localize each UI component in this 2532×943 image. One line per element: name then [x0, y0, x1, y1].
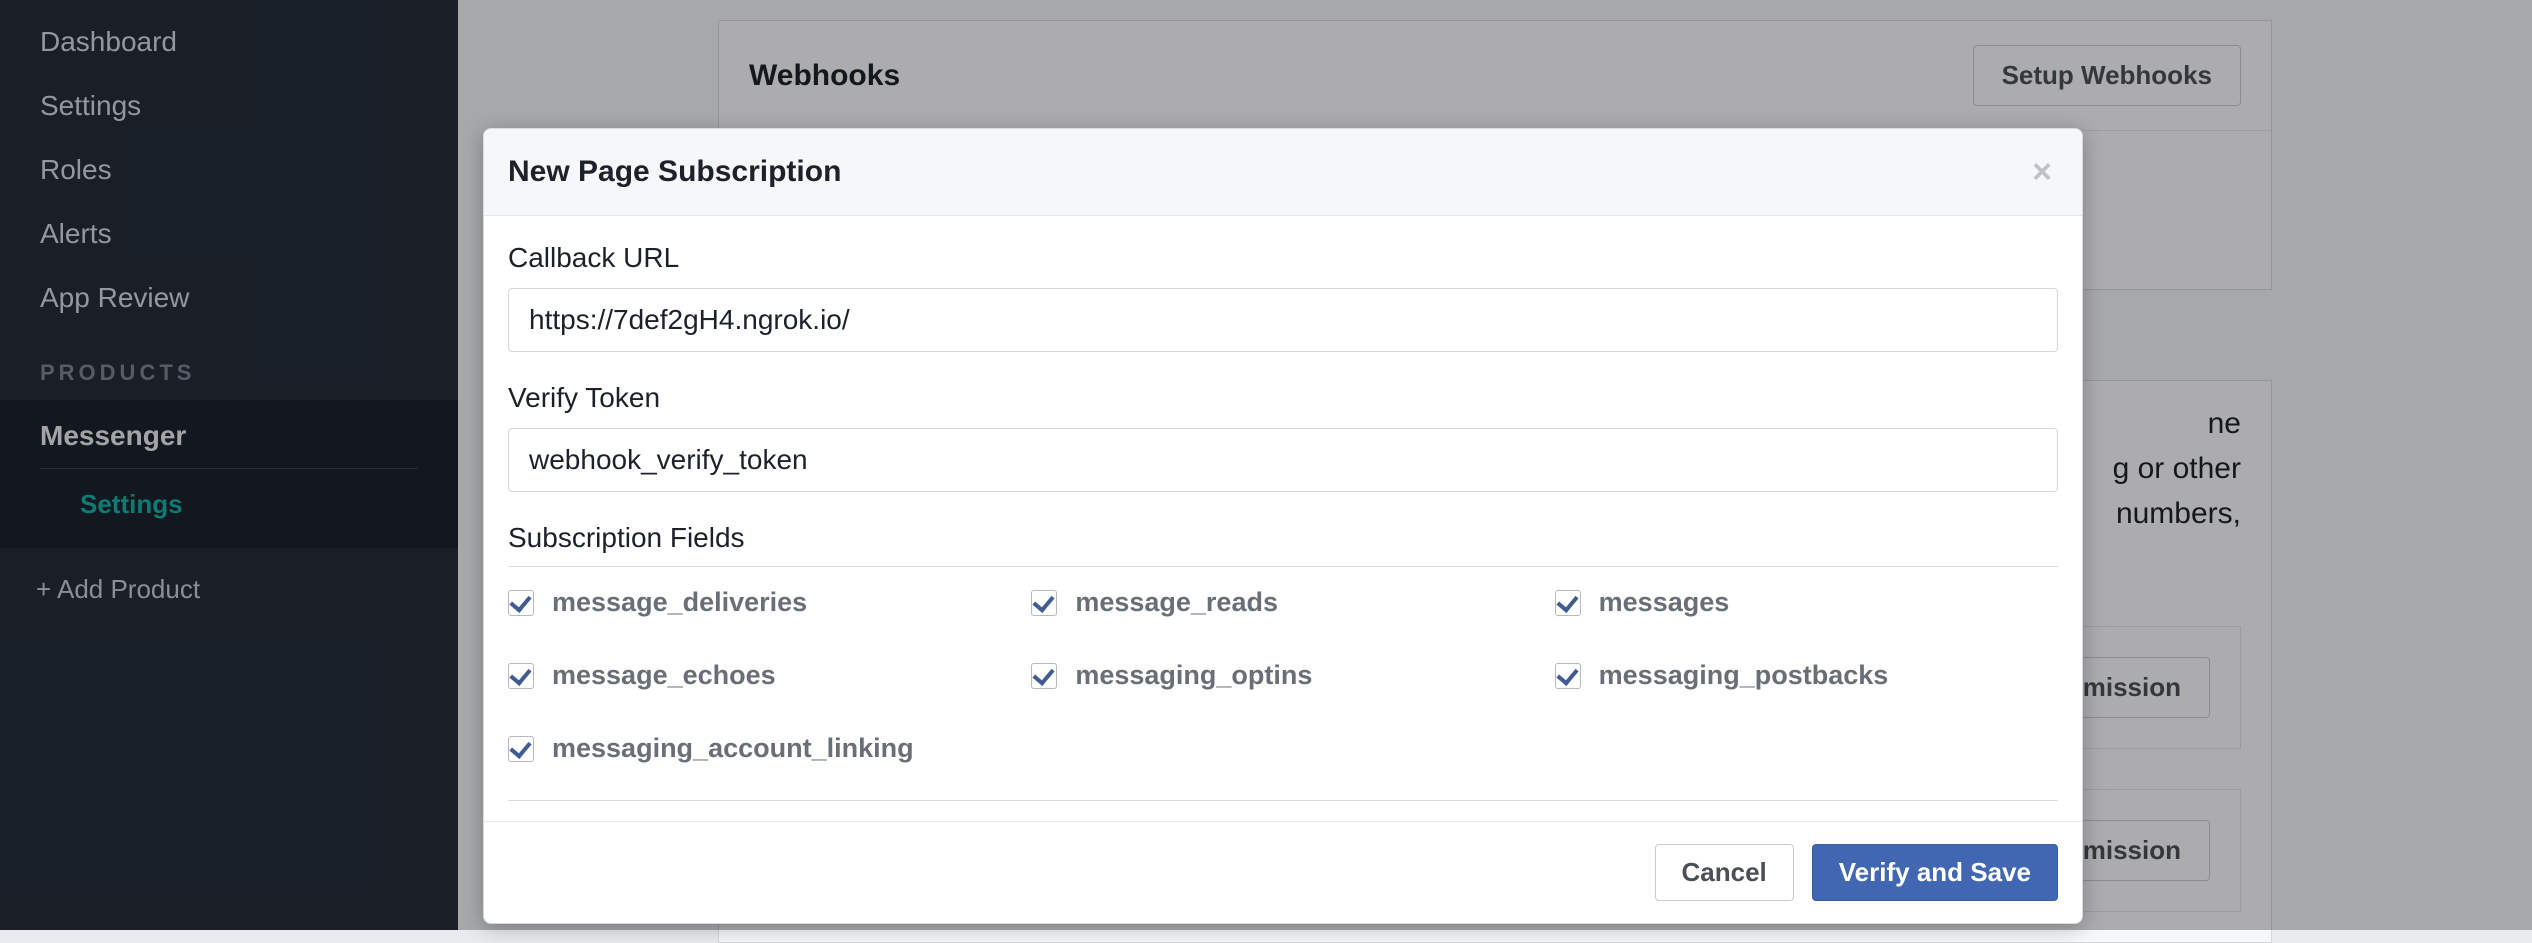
- subscription-fields-label: Subscription Fields: [508, 522, 2058, 564]
- divider: [508, 566, 2058, 567]
- divider: [508, 800, 2058, 801]
- modal-body: Callback URL Verify Token Subscription F…: [484, 216, 2082, 801]
- check-label: message_reads: [1075, 587, 1278, 618]
- modal-title: New Page Subscription: [508, 155, 841, 189]
- check-label: message_echoes: [552, 660, 776, 691]
- callback-url-label: Callback URL: [508, 242, 2058, 274]
- new-page-subscription-modal: New Page Subscription × Callback URL Ver…: [483, 128, 2083, 924]
- check-label: message_deliveries: [552, 587, 807, 618]
- verify-and-save-button[interactable]: Verify and Save: [1812, 844, 2058, 901]
- checkbox-icon[interactable]: [508, 663, 534, 689]
- checkbox-icon[interactable]: [508, 736, 534, 762]
- cancel-button[interactable]: Cancel: [1655, 844, 1794, 901]
- check-label: messaging_account_linking: [552, 733, 914, 764]
- check-message-echoes[interactable]: message_echoes: [508, 660, 1011, 691]
- check-label: messaging_optins: [1075, 660, 1312, 691]
- modal-footer: Cancel Verify and Save: [484, 821, 2082, 923]
- verify-token-label: Verify Token: [508, 382, 2058, 414]
- check-message-reads[interactable]: message_reads: [1031, 587, 1534, 618]
- check-message-deliveries[interactable]: message_deliveries: [508, 587, 1011, 618]
- checkbox-icon[interactable]: [1031, 590, 1057, 616]
- checkbox-icon[interactable]: [1031, 663, 1057, 689]
- check-messaging-account-linking[interactable]: messaging_account_linking: [508, 733, 1011, 764]
- modal-header: New Page Subscription ×: [484, 129, 2082, 216]
- check-messages[interactable]: messages: [1555, 587, 2058, 618]
- callback-url-input[interactable]: [508, 288, 2058, 352]
- close-icon[interactable]: ×: [2032, 155, 2052, 189]
- check-messaging-optins[interactable]: messaging_optins: [1031, 660, 1534, 691]
- checkbox-icon[interactable]: [1555, 590, 1581, 616]
- check-label: messaging_postbacks: [1599, 660, 1889, 691]
- verify-token-input[interactable]: [508, 428, 2058, 492]
- check-label: messages: [1599, 587, 1730, 618]
- subscription-fields-grid: message_deliveries message_reads message…: [508, 587, 2058, 798]
- checkbox-icon[interactable]: [508, 590, 534, 616]
- checkbox-icon[interactable]: [1555, 663, 1581, 689]
- check-messaging-postbacks[interactable]: messaging_postbacks: [1555, 660, 2058, 691]
